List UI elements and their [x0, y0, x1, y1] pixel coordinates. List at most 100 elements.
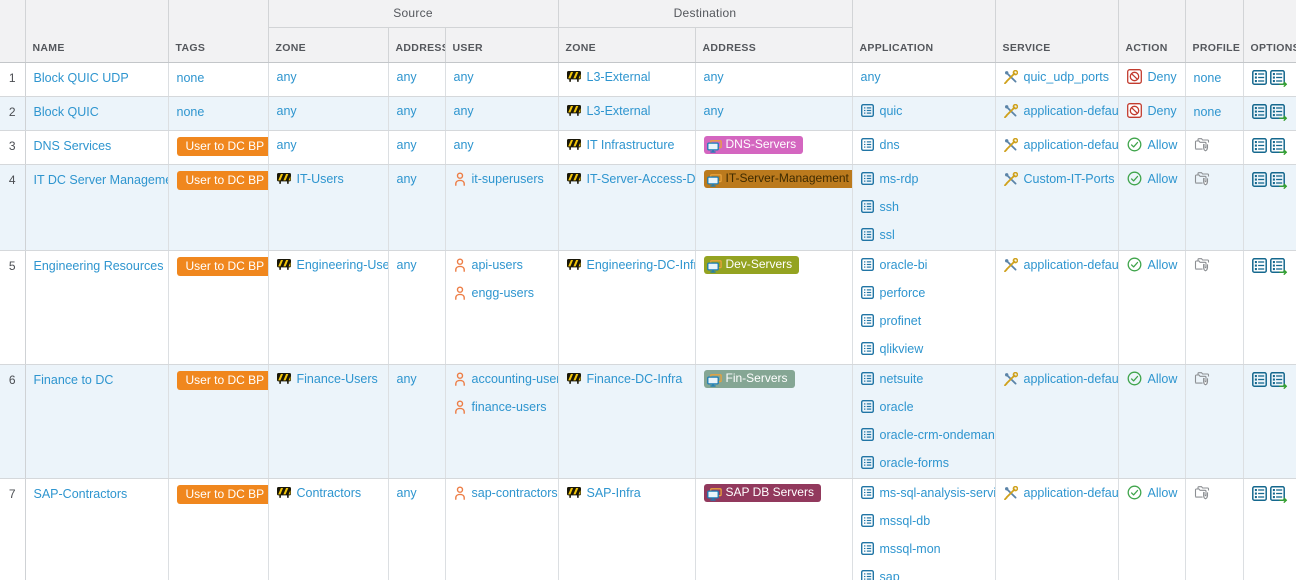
dst-zone-link[interactable]: Engineering-DC-Infra — [587, 258, 695, 272]
log-viewer-icon[interactable] — [1251, 137, 1267, 153]
profile-group-icon[interactable] — [1194, 257, 1213, 272]
dst-zone-link[interactable]: Finance-DC-Infra — [587, 372, 683, 386]
service-link[interactable]: Custom-IT-Ports — [1024, 172, 1115, 186]
tags-none-link[interactable]: none — [177, 71, 205, 85]
src-address-link[interactable]: any — [397, 486, 417, 500]
application-link[interactable]: any — [861, 70, 881, 84]
service-link[interactable]: application-default — [1024, 372, 1118, 386]
src-address-link[interactable]: any — [397, 372, 417, 386]
rule-name-link[interactable]: Engineering Resources — [34, 259, 164, 273]
src-zone-link[interactable]: Finance-Users — [297, 372, 378, 386]
src-address-link[interactable]: any — [397, 172, 417, 186]
dst-zone-link[interactable]: L3-External — [587, 104, 651, 118]
action-link[interactable]: Deny — [1148, 104, 1177, 118]
address-group-badge[interactable]: IT-Server-Management — [703, 169, 851, 188]
src-zone-link[interactable]: any — [277, 138, 297, 152]
tag-badge[interactable]: User to DC BP — [176, 136, 267, 156]
rule-name-link[interactable]: IT DC Server Management — [34, 173, 168, 187]
rule-number[interactable]: 7 — [0, 478, 26, 580]
action-link[interactable]: Allow — [1148, 486, 1178, 500]
service-link[interactable]: quic_udp_ports — [1024, 70, 1109, 84]
application-link[interactable]: netsuite — [880, 372, 924, 386]
application-link[interactable]: ms-sql-analysis-service — [880, 486, 995, 500]
rule-number[interactable]: 2 — [0, 96, 26, 131]
src-address-link[interactable]: any — [397, 138, 417, 152]
col-header-options[interactable]: OPTIONS — [1243, 0, 1296, 63]
col-header-name[interactable]: NAME — [25, 0, 169, 63]
log-viewer-icon[interactable] — [1251, 371, 1267, 387]
log-viewer-icon[interactable] — [1251, 257, 1267, 273]
src-user-link[interactable]: any — [454, 70, 474, 84]
log-forwarding-icon[interactable] — [1269, 171, 1288, 189]
col-header-src-zone[interactable]: ZONE — [268, 27, 389, 63]
rule-number[interactable]: 6 — [0, 364, 26, 479]
src-user-link[interactable]: engg-users — [472, 286, 535, 300]
application-link[interactable]: dns — [880, 138, 900, 152]
log-forwarding-icon[interactable] — [1269, 137, 1288, 155]
service-link[interactable]: application-default — [1024, 138, 1118, 152]
action-link[interactable]: Deny — [1148, 70, 1177, 84]
action-link[interactable]: Allow — [1148, 138, 1178, 152]
col-header-dst-address[interactable]: ADDRESS — [695, 27, 853, 63]
log-viewer-icon[interactable] — [1251, 69, 1267, 85]
address-group-badge[interactable]: SAP DB Servers — [703, 483, 821, 502]
src-user-link[interactable]: finance-users — [472, 400, 547, 414]
src-user-link[interactable]: any — [454, 138, 474, 152]
src-user-link[interactable]: it-superusers — [472, 172, 544, 186]
profile-none-link[interactable]: none — [1194, 105, 1222, 119]
tags-none-link[interactable]: none — [177, 105, 205, 119]
log-forwarding-icon[interactable] — [1269, 257, 1288, 275]
tag-badge[interactable]: User to DC BP — [176, 256, 267, 276]
address-group-badge[interactable]: Fin-Servers — [703, 369, 795, 388]
col-header-action[interactable]: ACTION — [1118, 0, 1186, 63]
application-link[interactable]: ssl — [880, 228, 895, 242]
tag-badge[interactable]: User to DC BP — [176, 484, 267, 504]
rule-name-link[interactable]: Finance to DC — [34, 373, 114, 387]
dst-zone-link[interactable]: IT Infrastructure — [587, 138, 675, 152]
profile-group-icon[interactable] — [1194, 485, 1213, 500]
col-header-src-address[interactable]: ADDRESS — [388, 27, 446, 63]
action-link[interactable]: Allow — [1148, 172, 1178, 186]
application-link[interactable]: quic — [880, 104, 903, 118]
col-header-dst-zone[interactable]: ZONE — [558, 27, 696, 63]
log-forwarding-icon[interactable] — [1269, 103, 1288, 121]
col-header-profile[interactable]: PROFILE — [1185, 0, 1244, 63]
dst-zone-link[interactable]: IT-Server-Access-DC — [587, 172, 695, 186]
dst-zone-link[interactable]: SAP-Infra — [587, 486, 641, 500]
src-address-link[interactable]: any — [397, 258, 417, 272]
profile-none-link[interactable]: none — [1194, 71, 1222, 85]
service-link[interactable]: application-default — [1024, 104, 1118, 118]
src-zone-link[interactable]: IT-Users — [297, 172, 344, 186]
action-link[interactable]: Allow — [1148, 372, 1178, 386]
src-user-link[interactable]: sap-contractors — [472, 486, 558, 500]
src-user-link[interactable]: api-users — [472, 258, 523, 272]
src-zone-link[interactable]: any — [277, 70, 297, 84]
address-group-badge[interactable]: Dev-Servers — [703, 255, 800, 274]
col-header-tags[interactable]: TAGS — [168, 0, 269, 63]
col-header-src-user[interactable]: USER — [445, 27, 559, 63]
application-link[interactable]: ms-rdp — [880, 172, 919, 186]
tag-badge[interactable]: User to DC BP — [176, 370, 267, 390]
application-link[interactable]: perforce — [880, 286, 926, 300]
log-viewer-icon[interactable] — [1251, 485, 1267, 501]
src-zone-link[interactable]: Engineering-Users — [297, 258, 388, 272]
rule-number[interactable]: 3 — [0, 130, 26, 165]
service-link[interactable]: application-default — [1024, 258, 1118, 272]
application-link[interactable]: qlikview — [880, 342, 924, 356]
address-group-badge[interactable]: DNS-Servers — [703, 135, 804, 154]
application-link[interactable]: ssh — [880, 200, 899, 214]
col-header-service[interactable]: SERVICE — [995, 0, 1119, 63]
src-zone-link[interactable]: any — [277, 104, 297, 118]
application-link[interactable]: profinet — [880, 314, 922, 328]
dst-zone-link[interactable]: L3-External — [587, 70, 651, 84]
log-viewer-icon[interactable] — [1251, 103, 1267, 119]
log-forwarding-icon[interactable] — [1269, 371, 1288, 389]
application-link[interactable]: oracle-forms — [880, 456, 949, 470]
rule-number[interactable]: 4 — [0, 164, 26, 251]
action-link[interactable]: Allow — [1148, 258, 1178, 272]
src-user-link[interactable]: any — [454, 104, 474, 118]
dst-address-link[interactable]: any — [704, 104, 724, 118]
col-header-application[interactable]: APPLICATION — [852, 0, 996, 63]
log-viewer-icon[interactable] — [1251, 171, 1267, 187]
src-zone-link[interactable]: Contractors — [297, 486, 362, 500]
